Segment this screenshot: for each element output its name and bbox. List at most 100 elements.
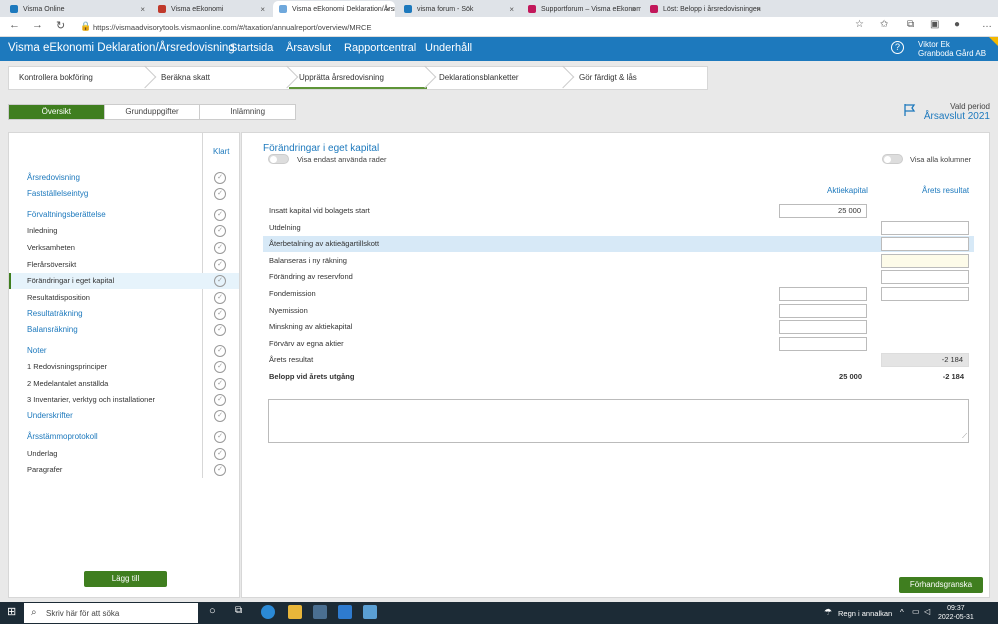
nav-item[interactable]: 3 Inventarier, verktyg och installatione… xyxy=(9,392,239,408)
cortana-icon[interactable]: ○ xyxy=(209,605,216,617)
reload-icon[interactable]: ↻ xyxy=(56,19,65,32)
aktiekapital-input[interactable] xyxy=(779,320,867,334)
file-explorer-icon[interactable] xyxy=(288,605,302,619)
aktiekapital-input[interactable]: 25 000 xyxy=(779,204,867,218)
help-icon[interactable]: ? xyxy=(891,41,904,54)
user-menu[interactable]: Viktor Ek Granboda Gård AB xyxy=(918,40,986,58)
period-value: Årsavslut 2021 xyxy=(923,111,990,122)
all-columns-toggle[interactable] xyxy=(882,154,903,164)
check-icon: ✓ xyxy=(214,209,226,221)
taskbar-search[interactable]: ⌕ Skriv här för att söka xyxy=(24,603,198,623)
back-icon[interactable]: ← xyxy=(9,19,20,31)
aktiekapital-input[interactable] xyxy=(779,287,867,301)
nav-item[interactable]: Paragrafer ✓ xyxy=(9,462,239,478)
store-icon[interactable] xyxy=(313,605,327,619)
nav-item-label: Underskrifter xyxy=(27,411,73,420)
nav-item[interactable]: Flerårsöversikt ✓ xyxy=(9,257,239,273)
nav-item[interactable]: Årsredovisning ✓ xyxy=(9,170,239,186)
menu-rapportcentral[interactable]: Rapportcentral xyxy=(344,42,416,54)
browser-tab[interactable]: visma forum - Sök × xyxy=(398,1,519,17)
step-kontrollera[interactable]: Kontrollera bokföring xyxy=(9,67,141,89)
arets-resultat-input[interactable] xyxy=(881,254,969,268)
check-icon: ✓ xyxy=(214,410,226,422)
arets-resultat-input[interactable] xyxy=(881,237,969,251)
arets-resultat-input[interactable] xyxy=(881,270,969,284)
nav-item[interactable]: Förvaltningsberättelse ✓ xyxy=(9,207,239,223)
tab-close-icon[interactable]: × xyxy=(509,5,514,14)
step-upprätta[interactable]: Upprätta årsredovisning xyxy=(289,67,427,89)
tab-close-icon[interactable]: × xyxy=(756,5,761,14)
weather-text[interactable]: Regn i annalkan xyxy=(838,609,892,618)
period-selector[interactable]: Vald period Årsavslut 2021 xyxy=(904,102,994,124)
arets-resultat-input[interactable] xyxy=(881,221,969,235)
favorite-star-icon[interactable]: ☆ xyxy=(855,19,864,30)
profile-icon[interactable]: ● xyxy=(954,19,960,30)
nav-item[interactable]: Noter ✓ xyxy=(9,343,239,359)
windows-start-icon[interactable]: ⊞ xyxy=(7,605,16,618)
arets-resultat-input[interactable] xyxy=(881,287,969,301)
nav-item[interactable]: Inledning ✓ xyxy=(9,223,239,239)
volume-icon[interactable]: ◁ xyxy=(924,607,930,616)
check-icon: ✓ xyxy=(214,361,226,373)
tab-label: visma forum - Sök xyxy=(417,5,474,13)
step-deklaration[interactable]: Deklarationsblanketter xyxy=(429,67,563,89)
nav-item[interactable]: Resultaträkning ✓ xyxy=(9,306,239,322)
app-brand[interactable]: Visma eEkonomi Deklaration/Årsredovisnin… xyxy=(8,42,235,54)
aktiekapital-input[interactable] xyxy=(779,337,867,351)
more-icon[interactable]: … xyxy=(982,19,992,30)
tray-up-icon[interactable]: ^ xyxy=(900,608,904,617)
preview-button[interactable]: Förhandsgranska xyxy=(899,577,983,593)
mail-icon[interactable] xyxy=(338,605,352,619)
collections-icon[interactable]: ⧉ xyxy=(907,19,914,30)
nav-item[interactable]: Årsstämmoprotokoll ✓ xyxy=(9,429,239,445)
add-button[interactable]: Lägg till xyxy=(84,571,167,587)
browser-tab[interactable]: Visma eEkonomi Deklaration/Årsr × xyxy=(273,1,395,17)
browser-tab[interactable]: Supportforum – Visma eEkonomi × xyxy=(522,1,641,17)
clock[interactable]: 09:37 2022-05-31 xyxy=(938,604,974,622)
network-icon[interactable]: ▭ xyxy=(912,607,920,616)
forward-icon[interactable]: → xyxy=(32,19,43,31)
flag-icon xyxy=(904,104,916,116)
favorites-icon[interactable]: ✩ xyxy=(880,19,888,30)
tab-close-icon[interactable]: × xyxy=(140,5,145,14)
row-label: Förändring av reservfond xyxy=(269,272,353,281)
menu-arsavslut[interactable]: Årsavslut xyxy=(286,42,331,54)
tab-oversikt[interactable]: Översikt xyxy=(9,105,105,119)
nav-item[interactable]: Verksamheten ✓ xyxy=(9,240,239,256)
browser-tab[interactable]: Löst: Belopp i årsredovisningen × xyxy=(644,1,766,17)
nav-item[interactable]: 1 Redovisningsprinciper ✓ xyxy=(9,359,239,375)
photos-icon[interactable] xyxy=(363,605,377,619)
nav-item[interactable]: Resultatdisposition ✓ xyxy=(9,290,239,306)
task-view-icon[interactable]: ⧉ xyxy=(235,605,242,616)
step-gor-fardigt[interactable]: Gör färdigt & lås xyxy=(569,67,703,89)
notes-textarea[interactable]: ⟋ xyxy=(268,399,969,443)
step-berakna[interactable]: Beräkna skatt xyxy=(151,67,285,89)
used-rows-toggle[interactable] xyxy=(268,154,289,164)
tab-close-icon[interactable]: × xyxy=(260,5,265,14)
url-bar[interactable]: https://vismaadvisorytools.vismaonline.c… xyxy=(93,20,893,34)
tab-grunduppgifter[interactable]: Grunduppgifter xyxy=(105,105,201,119)
browser-tab[interactable]: Visma Online × xyxy=(4,1,150,17)
company-name: Granboda Gård AB xyxy=(918,49,987,58)
resize-grip-icon[interactable]: ⟋ xyxy=(962,433,967,441)
menu-startsida[interactable]: Startsida xyxy=(230,42,273,54)
table-row: Utdelning xyxy=(263,220,974,236)
nav-item[interactable]: Förändringar i eget kapital ✓ xyxy=(9,273,239,289)
row-label: Utdelning xyxy=(269,223,301,232)
search-icon: ⌕ xyxy=(31,607,37,618)
nav-item[interactable]: Underskrifter ✓ xyxy=(9,408,239,424)
edge-icon[interactable] xyxy=(261,605,275,619)
browser-tab[interactable]: Visma eEkonomi × xyxy=(152,1,270,17)
aktiekapital-input[interactable] xyxy=(779,304,867,318)
nav-item-label: Årsstämmoprotokoll xyxy=(27,432,98,441)
nav-item[interactable]: Underlag ✓ xyxy=(9,446,239,462)
tab-label: Visma eEkonomi xyxy=(171,5,224,13)
nav-item[interactable]: 2 Medelantalet anställda ✓ xyxy=(9,376,239,392)
nav-item[interactable]: Balansräkning ✓ xyxy=(9,322,239,338)
menu-underhall[interactable]: Underhåll xyxy=(425,42,472,54)
nav-item[interactable]: Fastställelseintyg ✓ xyxy=(9,186,239,202)
tab-close-icon[interactable]: × xyxy=(631,5,636,14)
tab-inlamning[interactable]: Inlämning xyxy=(200,105,295,119)
tab-close-icon[interactable]: × xyxy=(385,5,390,14)
extensions-icon[interactable]: ▣ xyxy=(930,19,939,30)
